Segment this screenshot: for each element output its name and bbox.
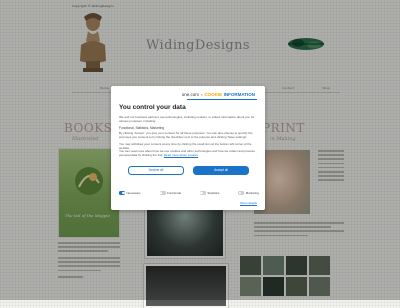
toggle-label: Marketing bbox=[245, 191, 259, 195]
brand-name: one.com bbox=[181, 92, 199, 97]
toggle-marketing[interactable]: Marketing bbox=[238, 191, 259, 195]
toggle-switch-icon[interactable] bbox=[199, 191, 206, 195]
dialog-title: You control your data bbox=[119, 104, 186, 111]
accept-all-button[interactable]: Accept all bbox=[193, 166, 249, 175]
read-more-link[interactable]: Read more about cookies bbox=[164, 153, 198, 157]
toggle-label: Necessary bbox=[126, 191, 141, 195]
brand-underline bbox=[187, 99, 257, 100]
toggle-statistics[interactable]: Statistics bbox=[199, 191, 220, 195]
toggle-label: Functional bbox=[167, 191, 181, 195]
dialog-purposes-text: Functional, Statistics, Marketing bbox=[119, 126, 164, 130]
toggle-switch-icon[interactable] bbox=[159, 191, 166, 195]
toggle-switch-icon[interactable] bbox=[238, 191, 245, 195]
dialog-intro-text: We and our business partners use technol… bbox=[119, 115, 255, 123]
brand-info-word: INFORMATION bbox=[223, 92, 255, 97]
brand-separator: × bbox=[200, 92, 203, 97]
dialog-more-text: You can read more about how we use cooki… bbox=[119, 149, 257, 157]
brand-cookie-word: COOKIE bbox=[204, 92, 223, 97]
dialog-consent-text: By clicking 'Accept', you give your cons… bbox=[119, 131, 253, 139]
cookie-brand: one.com × COOKIE INFORMATION bbox=[182, 92, 255, 97]
toggle-label: Statistics bbox=[207, 191, 220, 195]
cookie-consent-dialog: one.com × COOKIE INFORMATION You control … bbox=[111, 86, 265, 210]
show-details-link[interactable]: Show details bbox=[240, 201, 257, 205]
toggle-functional[interactable]: Functional bbox=[159, 191, 181, 195]
toggle-switch-icon[interactable] bbox=[119, 191, 125, 195]
toggle-necessary[interactable]: Necessary bbox=[119, 191, 141, 195]
consent-toggles: Necessary Functional Statistics Marketin… bbox=[119, 191, 259, 195]
decline-all-button[interactable]: Decline all bbox=[128, 166, 184, 175]
